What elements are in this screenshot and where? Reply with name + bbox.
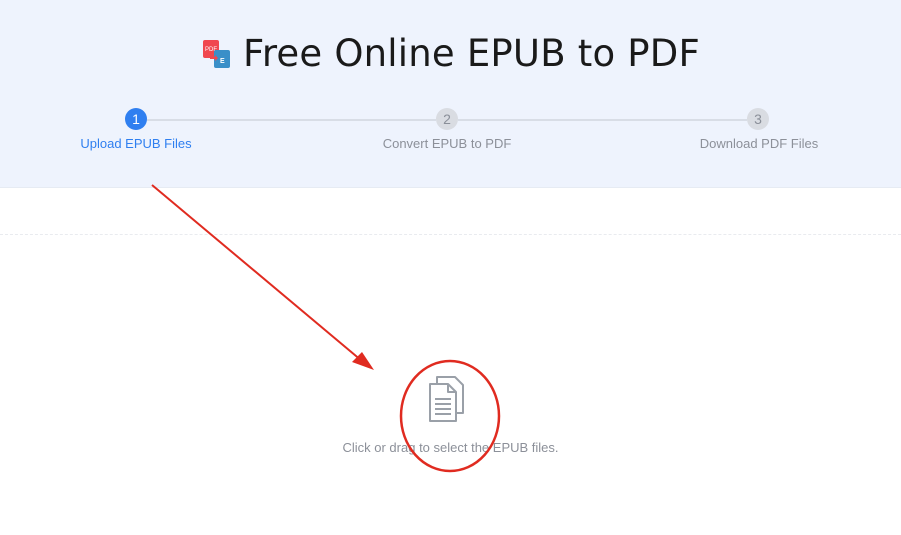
- step-1-indicator: 1: [125, 108, 147, 130]
- drop-instruction[interactable]: Click or drag to select the EPUB files.: [0, 440, 901, 455]
- step-1-label: Upload EPUB Files: [80, 136, 192, 151]
- step-2-label: Convert EPUB to PDF: [382, 136, 512, 151]
- step-connector-2: [458, 119, 747, 121]
- step-3-indicator: 3: [747, 108, 769, 130]
- svg-text:E: E: [220, 58, 225, 65]
- title-row: PDF E Free Online EPUB to PDF: [0, 32, 901, 80]
- page-title: Free Online EPUB to PDF: [243, 32, 700, 75]
- pdf-epub-convert-icon: PDF E: [201, 38, 233, 70]
- step-2-indicator: 2: [436, 108, 458, 130]
- documents-icon[interactable]: [427, 375, 469, 423]
- step-3-label: Download PDF Files: [699, 136, 819, 151]
- step-connector-1: [147, 119, 436, 121]
- hero-header: PDF E Free Online EPUB to PDF 1 Upload E…: [0, 0, 901, 188]
